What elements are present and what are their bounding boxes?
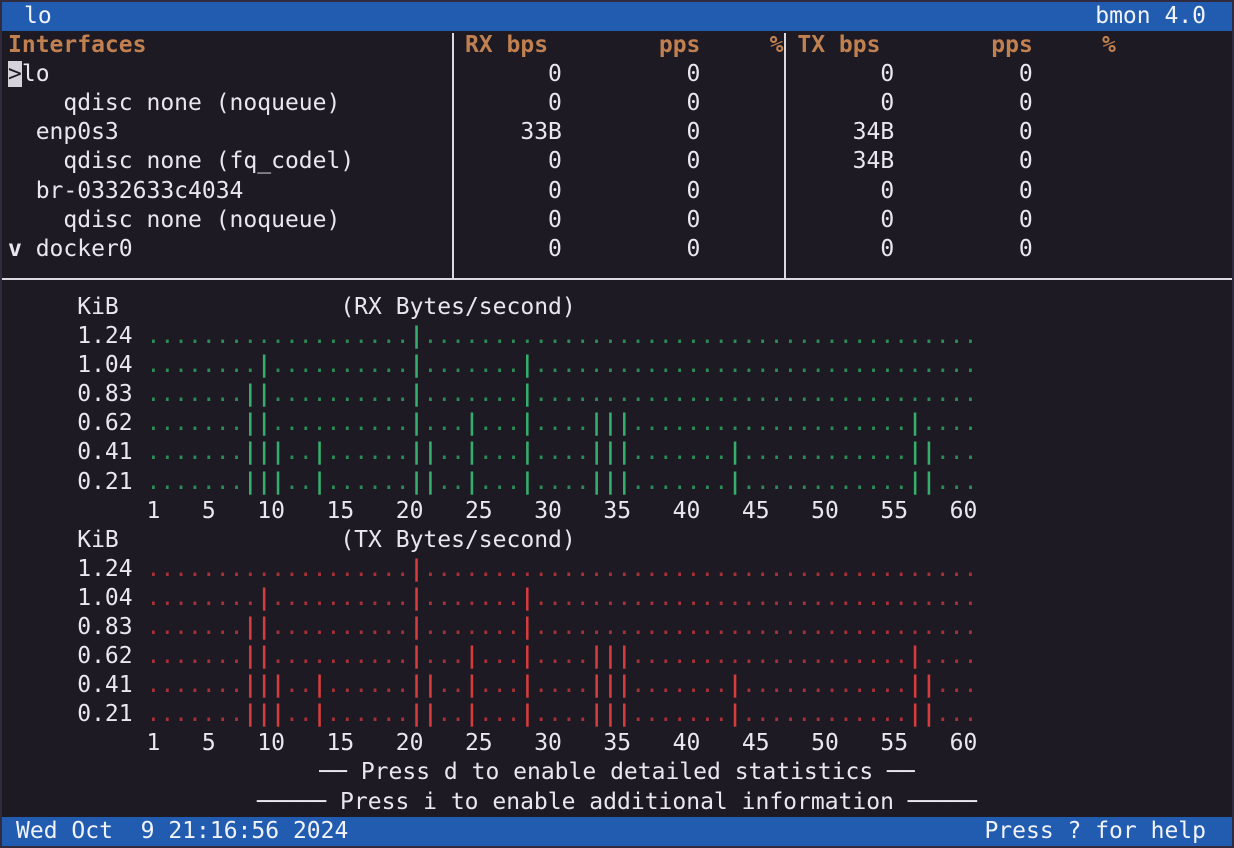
statusbar-help: Press ? for help — [984, 817, 1206, 846]
tx-graph-row-1.24: 1.24 ...................|...............… — [2, 555, 1232, 584]
interface-row-br-0332633c4034[interactable]: br-0332633c4034 0 0 0 0 — [2, 177, 1232, 206]
statusbar-datetime: Wed Oct 9 21:16:56 2024 — [16, 817, 348, 846]
rx-graph-row-0.83: 0.83 .......||..........|.......|.......… — [2, 380, 1232, 409]
rx-graph-x-axis: 1 5 10 15 20 25 30 35 40 45 50 55 60 — [2, 497, 1232, 526]
rx-graph-title: KiB (RX Bytes/second) — [2, 293, 1232, 322]
hint-additional-info: ───── Press i to enable additional infor… — [2, 788, 1232, 817]
titlebar: lo bmon 4.0 — [2, 2, 1232, 31]
statusbar: Wed Oct 9 21:16:56 2024 Press ? for help — [2, 817, 1232, 846]
rx-graph: KiB (RX Bytes/second) 1.24 .............… — [2, 293, 1232, 526]
rx-graph-row-0.41: 0.41 .......|||..|......||..|...|....|||… — [2, 438, 1232, 467]
table-column-separator-tx — [784, 33, 786, 278]
interface-row-qdisc-none-fq-codel-[interactable]: qdisc none (fq_codel) 0 0 34B 0 — [2, 147, 1232, 176]
interface-row-docker0[interactable]: v docker0 0 0 0 0 — [2, 235, 1232, 264]
tx-graph-row-0.21: 0.21 .......|||..|......||..|...|....|||… — [2, 700, 1232, 729]
titlebar-selected-interface: lo — [24, 2, 52, 31]
tx-graph-x-axis: 1 5 10 15 20 25 30 35 40 45 50 55 60 — [2, 729, 1232, 758]
tx-graph-row-0.62: 0.62 .......||..........|...|...|....|||… — [2, 642, 1232, 671]
table-graph-separator — [2, 278, 1232, 280]
tx-graph-row-1.04: 1.04 ........|..........|.......|.......… — [2, 584, 1232, 613]
interface-row-lo[interactable]: >lo 0 0 0 0 — [2, 60, 1232, 89]
interface-row-enp0s3[interactable]: enp0s3 33B 0 34B 0 — [2, 118, 1232, 147]
titlebar-app-version: bmon 4.0 — [1095, 2, 1206, 31]
rx-graph-row-1.24: 1.24 ...................|...............… — [2, 322, 1232, 351]
table-header-row: Interfaces RX bps pps % TX bps pps % — [2, 31, 1232, 60]
rx-graph-row-0.62: 0.62 .......||..........|...|...|....|||… — [2, 409, 1232, 438]
interface-row-qdisc-none-noqueue-[interactable]: qdisc none (noqueue) 0 0 0 0 — [2, 89, 1232, 118]
tx-graph-row-0.41: 0.41 .......|||..|......||..|...|....|||… — [2, 671, 1232, 700]
selection-cursor: > — [8, 61, 22, 87]
tx-graph: KiB (TX Bytes/second) 1.24 .............… — [2, 526, 1232, 759]
rx-graph-row-1.04: 1.04 ........|..........|.......|.......… — [2, 351, 1232, 380]
tx-graph-row-0.83: 0.83 .......||..........|.......|.......… — [2, 613, 1232, 642]
hint-detailed-stats: ── Press d to enable detailed statistics… — [2, 758, 1232, 787]
bmon-terminal: lo bmon 4.0 Interfaces RX bps pps % TX b… — [0, 0, 1234, 848]
interface-table: Interfaces RX bps pps % TX bps pps %>lo … — [2, 31, 1232, 264]
rx-graph-row-0.21: 0.21 .......|||..|......||..|...|....|||… — [2, 468, 1232, 497]
tx-graph-title: KiB (TX Bytes/second) — [2, 526, 1232, 555]
table-column-separator-rx — [452, 33, 454, 278]
interface-row-qdisc-none-noqueue-[interactable]: qdisc none (noqueue) 0 0 0 0 — [2, 206, 1232, 235]
